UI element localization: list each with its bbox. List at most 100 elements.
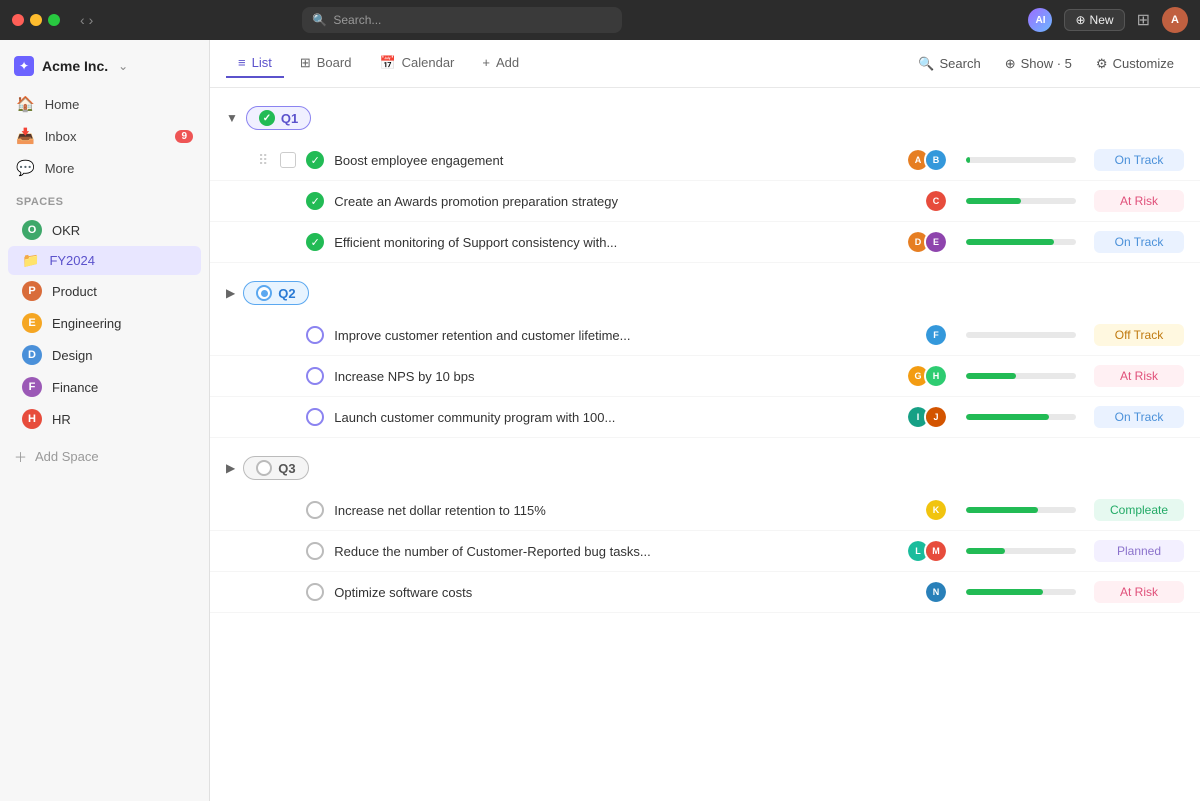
- back-icon[interactable]: ‹: [80, 12, 85, 28]
- grid-icon[interactable]: ⊞: [1137, 10, 1150, 30]
- minimize-button[interactable]: [30, 14, 42, 26]
- title-bar: ‹ › 🔍 Search... AI ⊕ New ⊞ A: [0, 0, 1200, 40]
- sidebar-item-home[interactable]: 🏠 Home: [8, 88, 201, 120]
- design-dot: D: [22, 345, 42, 365]
- sidebar-item-more[interactable]: 💬 More: [8, 152, 201, 184]
- progress-fill: [966, 239, 1054, 245]
- tab-board[interactable]: ⊞ Board: [288, 49, 364, 79]
- forward-icon[interactable]: ›: [89, 12, 94, 28]
- tab-calendar[interactable]: 📅 Calendar: [367, 49, 466, 79]
- q3-badge: Q3: [243, 456, 308, 480]
- folder-icon: 📁: [22, 252, 39, 269]
- main-content: ≡ List ⊞ Board 📅 Calendar + Add 🔍 Search: [210, 40, 1200, 801]
- home-label: Home: [45, 97, 80, 112]
- status-badge[interactable]: Planned: [1094, 540, 1184, 562]
- app-body: ✦ Acme Inc. ⌄ 🏠 Home 📥 Inbox 9 💬 More Sp…: [0, 40, 1200, 801]
- progress-bar: [966, 373, 1076, 379]
- space-item-engineering[interactable]: E Engineering: [8, 307, 201, 339]
- table-row[interactable]: ⠿ ✓ Efficient monitoring of Support cons…: [210, 222, 1200, 263]
- status-badge[interactable]: On Track: [1094, 149, 1184, 171]
- customize-action[interactable]: ⚙ Customize: [1086, 51, 1184, 77]
- maximize-button[interactable]: [48, 14, 60, 26]
- group-q3-header[interactable]: ▶ Q3: [210, 446, 1200, 490]
- group-q2-header[interactable]: ▶ Q2: [210, 271, 1200, 315]
- space-item-okr[interactable]: O OKR: [8, 214, 201, 246]
- space-item-fy2024[interactable]: 📁 FY2024: [8, 246, 201, 275]
- task-status-icon: [306, 408, 324, 426]
- table-row[interactable]: ⠿ ✓ Boost employee engagement A B On Tra…: [210, 140, 1200, 181]
- product-label: Product: [52, 284, 97, 299]
- hr-dot: H: [22, 409, 42, 429]
- more-icon: 💬: [16, 159, 35, 177]
- status-badge[interactable]: On Track: [1094, 406, 1184, 428]
- progress-bar: [966, 507, 1076, 513]
- task-status-icon: ✓: [306, 192, 324, 210]
- table-row[interactable]: ⠿ Improve customer retention and custome…: [210, 315, 1200, 356]
- status-badge[interactable]: At Risk: [1094, 365, 1184, 387]
- progress-bar: [966, 332, 1076, 338]
- task-name: Launch customer community program with 1…: [334, 410, 896, 425]
- avatar: B: [926, 150, 946, 170]
- close-button[interactable]: [12, 14, 24, 26]
- okr-dot: O: [22, 220, 42, 240]
- more-label: More: [45, 161, 75, 176]
- show-action[interactable]: ⊕ Show · 5: [995, 51, 1082, 77]
- task-name: Efficient monitoring of Support consiste…: [334, 235, 896, 250]
- task-status-icon: [306, 367, 324, 385]
- table-row[interactable]: ⠿ Optimize software costs N At Risk: [210, 572, 1200, 613]
- engineering-dot: E: [22, 313, 42, 333]
- table-row[interactable]: ⠿ Reduce the number of Customer-Reported…: [210, 531, 1200, 572]
- board-icon: ⊞: [300, 55, 311, 71]
- customize-label: Customize: [1113, 56, 1174, 71]
- status-badge[interactable]: Off Track: [1094, 324, 1184, 346]
- new-label: New: [1090, 13, 1114, 27]
- avatar-group: C: [924, 189, 948, 213]
- brand-name: Acme Inc.: [42, 58, 108, 74]
- global-search[interactable]: 🔍 Search...: [302, 7, 622, 33]
- add-space-button[interactable]: ＋ Add Space: [0, 439, 209, 474]
- status-badge[interactable]: On Track: [1094, 231, 1184, 253]
- sidebar-nav: 🏠 Home 📥 Inbox 9 💬 More: [0, 88, 209, 184]
- tab-list-label: List: [252, 55, 272, 70]
- progress-fill: [966, 507, 1038, 513]
- sidebar-item-inbox[interactable]: 📥 Inbox 9: [8, 120, 201, 152]
- avatar-group: I J: [906, 405, 948, 429]
- home-icon: 🏠: [16, 95, 35, 113]
- plus-icon: ＋: [14, 447, 27, 466]
- drag-handle-icon[interactable]: ⠿: [258, 152, 268, 169]
- task-name: Optimize software costs: [334, 585, 914, 600]
- inbox-icon: 📥: [16, 127, 35, 145]
- brand-icon: ✦: [14, 56, 34, 76]
- fy2024-label: FY2024: [49, 253, 95, 268]
- table-row[interactable]: ⠿ Increase NPS by 10 bps G H At Risk: [210, 356, 1200, 397]
- new-button[interactable]: ⊕ New: [1064, 9, 1124, 31]
- user-avatar[interactable]: A: [1162, 7, 1188, 33]
- ai-badge[interactable]: AI: [1028, 8, 1052, 32]
- brand-logo[interactable]: ✦ Acme Inc. ⌄: [0, 48, 209, 88]
- hr-label: HR: [52, 412, 71, 427]
- status-badge[interactable]: Compleate: [1094, 499, 1184, 521]
- q1-check-icon: ✓: [259, 110, 275, 126]
- search-label: Search: [940, 56, 981, 71]
- search-action[interactable]: 🔍 Search: [908, 51, 990, 77]
- table-row[interactable]: ⠿ Increase net dollar retention to 115% …: [210, 490, 1200, 531]
- space-item-product[interactable]: P Product: [8, 275, 201, 307]
- task-name: Improve customer retention and customer …: [334, 328, 914, 343]
- status-badge[interactable]: At Risk: [1094, 581, 1184, 603]
- tab-list[interactable]: ≡ List: [226, 49, 284, 78]
- tab-add[interactable]: + Add: [470, 49, 531, 78]
- row-checkbox[interactable]: [280, 152, 296, 168]
- table-row[interactable]: ⠿ Launch customer community program with…: [210, 397, 1200, 438]
- table-row[interactable]: ⠿ ✓ Create an Awards promotion preparati…: [210, 181, 1200, 222]
- spaces-header: Spaces: [0, 184, 209, 214]
- group-q1-header[interactable]: ▼ ✓ Q1: [210, 96, 1200, 140]
- space-item-design[interactable]: D Design: [8, 339, 201, 371]
- progress-fill: [966, 198, 1021, 204]
- search-icon: 🔍: [312, 13, 327, 27]
- avatar-group: K: [924, 498, 948, 522]
- space-item-finance[interactable]: F Finance: [8, 371, 201, 403]
- status-badge[interactable]: At Risk: [1094, 190, 1184, 212]
- add-icon: +: [482, 55, 490, 70]
- space-item-hr[interactable]: H HR: [8, 403, 201, 435]
- q2-chevron-icon: ▶: [226, 286, 235, 300]
